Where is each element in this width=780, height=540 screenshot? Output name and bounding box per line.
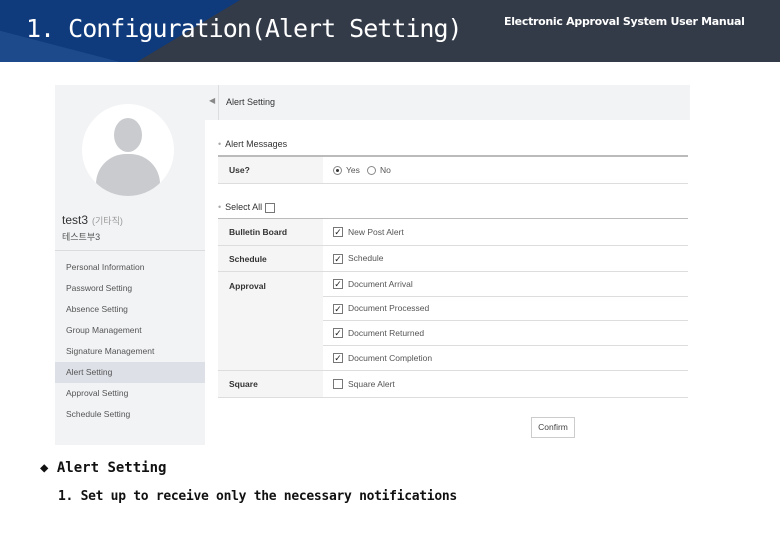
bullet-icon: •: [218, 139, 222, 149]
divider: [218, 85, 219, 120]
note-item: 1. Set up to receive only the necessary …: [58, 489, 457, 504]
no-radio[interactable]: [366, 165, 376, 175]
row-label-approval: Approval: [218, 271, 323, 371]
sidebar-item-signature-management[interactable]: Signature Management: [55, 341, 205, 362]
yes-radio[interactable]: [333, 165, 342, 175]
option-label: Document Arrival: [348, 278, 413, 289]
option-document-arrival: ✓ Document Arrival: [323, 271, 688, 297]
sidebar-item-password-setting[interactable]: Password Setting: [55, 278, 205, 299]
row-label-bulletin-board: Bulletin Board: [218, 218, 323, 246]
sidebar-item-group-management[interactable]: Group Management: [55, 320, 205, 341]
option-document-processed: ✓ Document Processed: [323, 296, 688, 321]
page-title: Alert Setting: [226, 97, 276, 107]
user-title: (기타직): [92, 216, 123, 226]
option-label: Square Alert: [348, 378, 395, 389]
row-label-square: Square: [218, 370, 323, 398]
sidebar: test3 (기타직) 테스트부3 Personal Information Pa…: [55, 85, 205, 445]
sidebar-item-approval-setting[interactable]: Approval Setting: [55, 383, 205, 404]
yes-label: Yes: [346, 164, 360, 175]
sidebar-item-alert-setting[interactable]: Alert Setting: [55, 362, 205, 383]
avatar-head-icon: [114, 118, 142, 152]
diamond-bullet-icon: ◆: [40, 460, 49, 476]
checkbox-document-completion[interactable]: ✓: [333, 353, 343, 364]
user-name: test3 (기타직): [62, 213, 123, 227]
slide-header: 1. Configuration(Alert Setting) Electron…: [0, 0, 780, 62]
checkbox-document-returned[interactable]: ✓: [333, 328, 343, 339]
option-document-returned: ✓ Document Returned: [323, 320, 688, 346]
select-all-checkbox[interactable]: [264, 202, 275, 213]
option-square-alert: Square Alert: [323, 370, 688, 398]
alert-options-table: Bulletin Board ✓ New Post Alert Schedule ✓ S…: [218, 218, 688, 398]
option-label: Document Completion: [348, 352, 433, 363]
confirm-button[interactable]: Confirm: [531, 417, 575, 438]
select-all-label: Select All: [225, 202, 263, 212]
alert-messages-heading: • Alert Messages: [218, 139, 287, 149]
option-label: Document Returned: [348, 327, 425, 338]
slide-title: 1. Configuration(Alert Setting): [26, 14, 463, 43]
option-schedule: ✓ Schedule: [323, 245, 688, 272]
note-heading-text: Alert Setting: [56, 460, 167, 476]
alert-messages-heading-text: Alert Messages: [225, 139, 288, 149]
checkbox-document-arrival[interactable]: ✓: [333, 279, 343, 290]
option-new-post-alert: ✓ New Post Alert: [323, 218, 688, 246]
sidebar-item-absence-setting[interactable]: Absence Setting: [55, 299, 205, 320]
checkbox-new-post-alert[interactable]: ✓: [333, 227, 343, 238]
user-name-text: test3: [62, 213, 89, 227]
option-label: Document Processed: [348, 303, 430, 314]
note-heading: ◆ Alert Setting: [40, 460, 166, 476]
sidebar-divider: [55, 250, 205, 251]
department: 테스트부3: [62, 232, 101, 242]
option-label: Schedule: [348, 253, 384, 264]
option-label: New Post Alert: [348, 226, 404, 237]
avatar-body-icon: [96, 154, 160, 196]
sidebar-item-personal-information[interactable]: Personal Information: [55, 257, 205, 278]
select-all: • Select All: [218, 202, 275, 213]
avatar: [82, 104, 174, 196]
option-document-completion: ✓ Document Completion: [323, 345, 688, 371]
use-label: Use?: [218, 156, 323, 184]
row-label-schedule: Schedule: [218, 245, 323, 272]
bullet-icon: •: [218, 202, 222, 212]
no-label: No: [379, 164, 391, 175]
alert-messages-table: Use? Yes No: [218, 155, 688, 184]
manual-title: Electronic Approval System User Manual: [504, 15, 745, 28]
checkbox-document-processed[interactable]: ✓: [333, 303, 343, 314]
sidebar-item-schedule-setting[interactable]: Schedule Setting: [55, 404, 205, 425]
checkbox-schedule[interactable]: ✓: [333, 253, 343, 264]
collapse-arrow-icon[interactable]: ◀: [209, 96, 215, 105]
page-header: ◀ Alert Setting: [205, 85, 690, 120]
checkbox-square-alert[interactable]: [333, 379, 343, 390]
sidebar-menu: Personal Information Password Setting Ab…: [55, 257, 205, 425]
use-options: Yes No: [323, 156, 688, 184]
